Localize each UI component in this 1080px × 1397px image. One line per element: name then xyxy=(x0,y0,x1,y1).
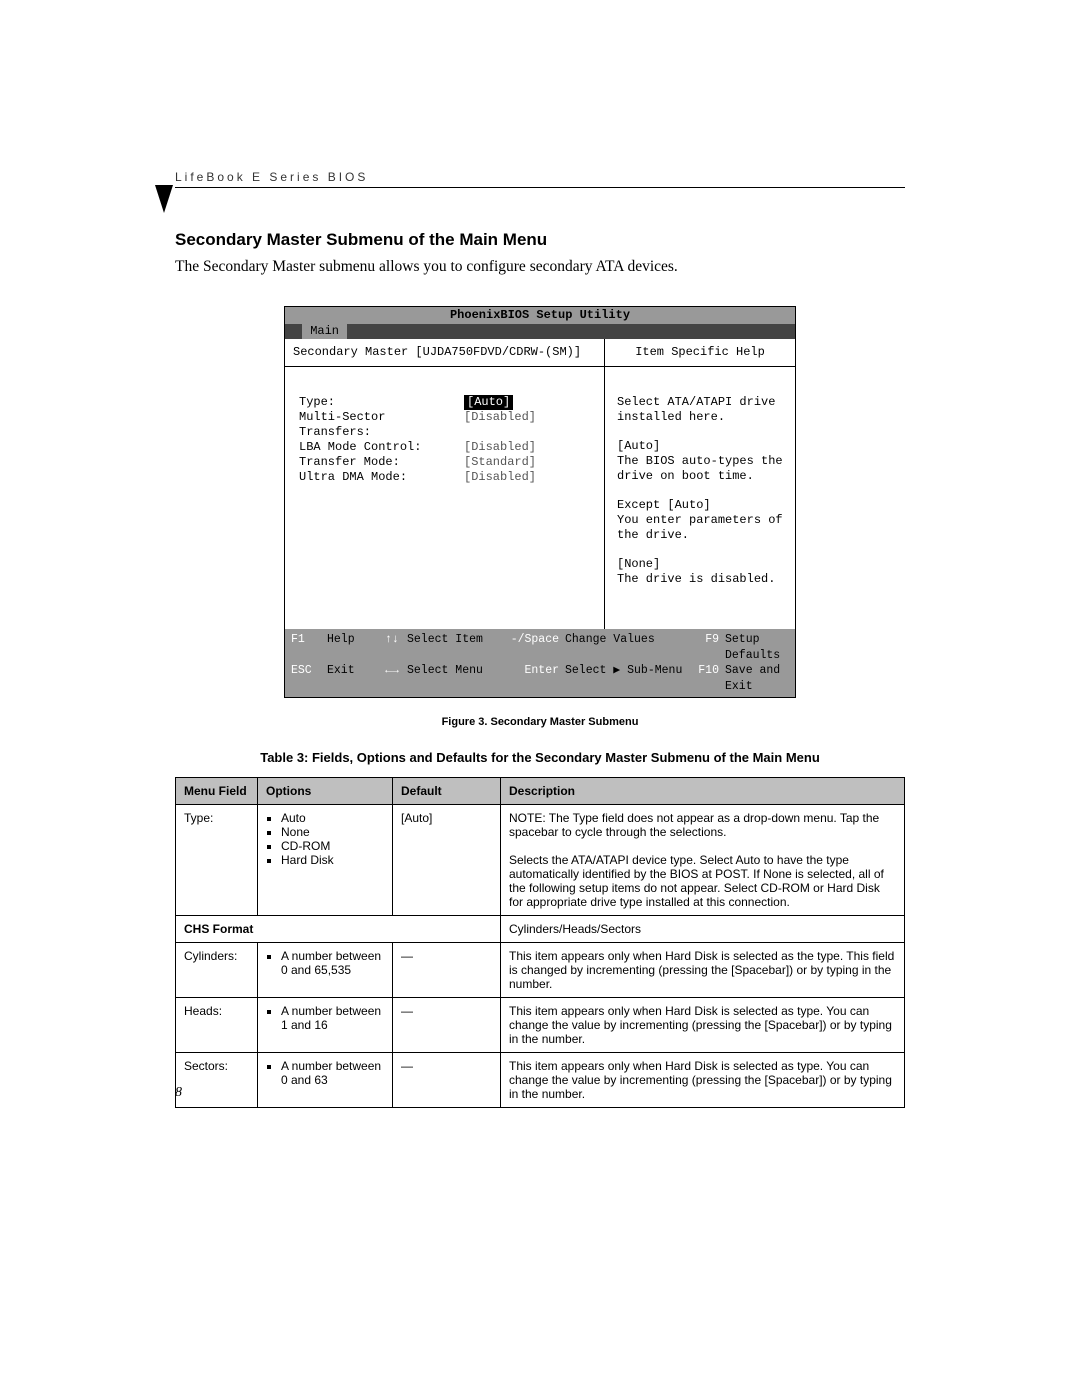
options-table: Menu FieldOptionsDefaultDescription Type… xyxy=(175,777,905,1108)
table-subheader: CHS Format xyxy=(176,916,501,943)
table-cell-field: Sectors: xyxy=(176,1053,258,1108)
table-header-row: Menu FieldOptionsDefaultDescription xyxy=(176,778,905,805)
table-cell-options: A number between 0 and 63 xyxy=(258,1053,393,1108)
bios-field-value: [Auto] xyxy=(464,395,513,410)
bios-help-block: [None] The drive is disabled. xyxy=(617,557,783,587)
bios-field-label: Multi-Sector Transfers: xyxy=(299,410,464,440)
page-number: 8 xyxy=(175,1085,182,1101)
option-item: CD-ROM xyxy=(281,839,384,853)
table-row: CHS FormatCylinders/Heads/Sectors xyxy=(176,916,905,943)
bios-help-text: Select ATA/ATAPI drive installed here. [A… xyxy=(605,367,795,629)
header-arrow-icon xyxy=(155,185,173,213)
section-heading: Secondary Master Submenu of the Main Men… xyxy=(175,230,905,250)
option-item: A number between 0 and 63 xyxy=(281,1059,384,1087)
bios-footer-line: ESCExit←→Select MenuEnterSelect ▶ Sub-Me… xyxy=(291,663,789,694)
table-cell-description: This item appears only when Hard Disk is… xyxy=(501,1053,905,1108)
running-header: LifeBook E Series BIOS xyxy=(175,170,905,188)
bios-field-label: LBA Mode Control: xyxy=(299,440,464,455)
table-header-cell: Options xyxy=(258,778,393,805)
bios-left-heading: Secondary Master [UJDA750FDVD/CDRW-(SM)] xyxy=(285,339,604,367)
table-header-cell: Default xyxy=(393,778,501,805)
option-item: A number between 0 and 65,535 xyxy=(281,949,384,977)
bios-tab-main[interactable]: Main xyxy=(302,324,347,339)
table-row: Heads: A number between 1 and 16 —This ite… xyxy=(176,998,905,1053)
bios-screenshot: PhoenixBIOS Setup Utility Main Secondary… xyxy=(284,306,796,698)
bios-field-label: Ultra DMA Mode: xyxy=(299,470,464,485)
intro-paragraph: The Secondary Master submenu allows you … xyxy=(175,258,905,276)
table-cell-options: A number between 0 and 65,535 xyxy=(258,943,393,998)
bios-help-block: [Auto] The BIOS auto-types the drive on … xyxy=(617,439,783,484)
bios-field-row[interactable]: Transfer Mode:[Standard] xyxy=(299,455,590,470)
bios-field-label: Type: xyxy=(299,395,464,410)
option-item: A number between 1 and 16 xyxy=(281,1004,384,1032)
bios-field-value: [Disabled] xyxy=(464,410,536,440)
bios-field-list: Type:[Auto]Multi-Sector Transfers:[Disab… xyxy=(285,367,604,587)
table-cell-options: A number between 1 and 16 xyxy=(258,998,393,1053)
bios-field-value: [Disabled] xyxy=(464,470,536,485)
table-cell-description: Cylinders/Heads/Sectors xyxy=(501,916,905,943)
table-row: Sectors: A number between 0 and 63 —This i… xyxy=(176,1053,905,1108)
table-cell-default: [Auto] xyxy=(393,805,501,916)
table-cell-options: AutoNoneCD-ROMHard Disk xyxy=(258,805,393,916)
table-cell-field: Cylinders: xyxy=(176,943,258,998)
bios-field-label: Transfer Mode: xyxy=(299,455,464,470)
table-cell-default: — xyxy=(393,1053,501,1108)
bios-help-block: Select ATA/ATAPI drive installed here. xyxy=(617,395,783,425)
table-row: Type:AutoNoneCD-ROMHard Disk[Auto]NOTE: … xyxy=(176,805,905,916)
bios-title: PhoenixBIOS Setup Utility xyxy=(285,307,795,324)
option-item: Auto xyxy=(281,811,384,825)
bios-field-row[interactable]: Multi-Sector Transfers:[Disabled] xyxy=(299,410,590,440)
table-header-cell: Description xyxy=(501,778,905,805)
table-cell-field: Heads: xyxy=(176,998,258,1053)
table-cell-description: NOTE: The Type field does not appear as … xyxy=(501,805,905,916)
table-row: Cylinders: A number between 0 and 65,535 —… xyxy=(176,943,905,998)
bios-help-heading: Item Specific Help xyxy=(605,339,795,367)
bios-field-row[interactable]: Type:[Auto] xyxy=(299,395,590,410)
table-cell-default: — xyxy=(393,998,501,1053)
table-cell-default: — xyxy=(393,943,501,998)
table-cell-description: This item appears only when Hard Disk is… xyxy=(501,998,905,1053)
table-caption: Table 3: Fields, Options and Defaults fo… xyxy=(175,750,905,765)
bios-field-row[interactable]: Ultra DMA Mode:[Disabled] xyxy=(299,470,590,485)
bios-field-value: [Disabled] xyxy=(464,440,536,455)
bios-field-value: [Standard] xyxy=(464,455,536,470)
bios-help-block: Except [Auto] You enter parameters of th… xyxy=(617,498,783,543)
bios-menubar: Main xyxy=(285,324,795,339)
bios-field-row[interactable]: LBA Mode Control:[Disabled] xyxy=(299,440,590,455)
table-header-cell: Menu Field xyxy=(176,778,258,805)
bios-footer: F1Help↑↓Select Item-/SpaceChange ValuesF… xyxy=(285,629,795,697)
figure-caption: Figure 3. Secondary Master Submenu xyxy=(175,716,905,728)
table-cell-field: Type: xyxy=(176,805,258,916)
option-item: None xyxy=(281,825,384,839)
table-cell-description: This item appears only when Hard Disk is… xyxy=(501,943,905,998)
option-item: Hard Disk xyxy=(281,853,384,867)
bios-footer-line: F1Help↑↓Select Item-/SpaceChange ValuesF… xyxy=(291,632,789,663)
